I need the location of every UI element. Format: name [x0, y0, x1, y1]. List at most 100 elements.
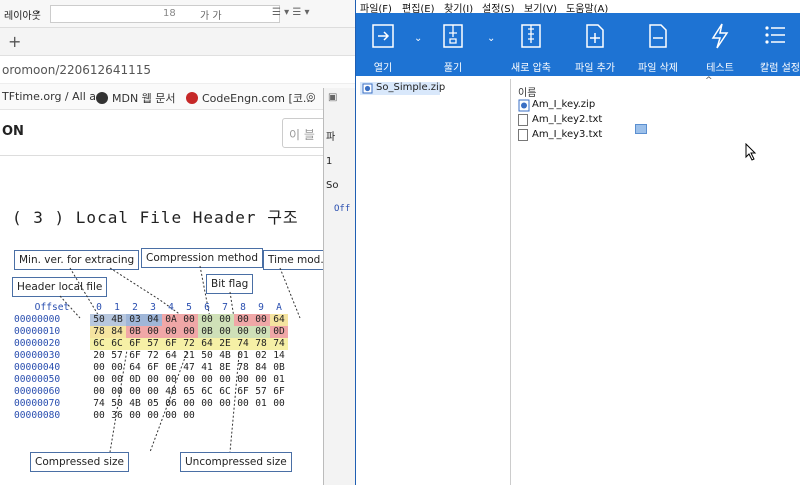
hex-byte: 64 — [198, 338, 216, 350]
hex-row: 00000030 20 57 6F 72 64 21 50 4B 01 02 14 — [14, 350, 288, 362]
hex-dump: Offset 0 1 2 3 4 5 6 7 8 9 A 00000000 50 4B 03 04 0A 00 00 0… — [14, 302, 288, 422]
hex-byte: 57 — [111, 350, 123, 361]
file-name: Am_I_key2.txt — [532, 114, 603, 125]
open-label: 열기 — [373, 63, 393, 74]
new-archive-button[interactable]: 새로 압축 — [503, 13, 559, 76]
hex-byte: 84 — [108, 326, 126, 338]
hex-row: 00000040 00 00 64 6F 0E 47 41 8E 78 84 0B — [14, 362, 288, 374]
hex-byte: 04 — [144, 314, 162, 326]
file-list: 이름 Am_I_key.zip Am_I_key2.txt Am_I_key3.… — [512, 79, 800, 485]
hex-byte: 05 — [147, 398, 159, 409]
hex-byte: 00 — [93, 410, 105, 421]
hex-byte: 00 — [234, 326, 252, 338]
hex-byte: 00 — [183, 398, 195, 409]
hex-byte: 00 — [111, 362, 123, 373]
open-button[interactable]: 열기 — [358, 13, 408, 76]
test-label: 테스트 — [706, 63, 734, 74]
hex-byte: 00 — [180, 314, 198, 326]
hex-offset: 00000070 — [14, 398, 61, 409]
chevron-down-icon[interactable]: ⌄ — [487, 33, 495, 44]
hex-row: 00000000 50 4B 03 04 0A 00 00 00 00 00 64 — [14, 314, 288, 326]
file-row[interactable]: Am_I_key2.txt — [518, 114, 603, 126]
hex-byte: 6C — [201, 386, 213, 397]
hex-byte: 00 — [129, 410, 141, 421]
column-settings-label: 칼럼 설정 — [760, 63, 800, 74]
hex-byte: 00 — [216, 314, 234, 326]
file-row[interactable]: Am_I_key.zip — [518, 99, 596, 112]
hex-header-offset: Offset — [34, 302, 70, 313]
hex-byte: 50 — [201, 350, 213, 361]
new-archive-label: 새로 압축 — [511, 63, 551, 74]
hex-byte: 6F — [237, 386, 249, 397]
hex-byte: 00 — [111, 386, 123, 397]
hex-byte: 00 — [219, 374, 231, 385]
hex-byte: 00 — [93, 386, 105, 397]
hex-header-col: 9 — [258, 302, 264, 313]
hex-byte: 72 — [180, 338, 198, 350]
column-settings-icon — [765, 26, 785, 44]
hex-byte: 50 — [90, 314, 108, 326]
hex-offset: 00000060 — [14, 386, 61, 397]
column-header-name[interactable]: 이름 — [518, 84, 536, 99]
column-settings-button[interactable]: 칼럼 설정 — [752, 13, 800, 76]
hex-byte: 00 — [147, 386, 159, 397]
hex-byte: 00 — [252, 314, 270, 326]
tree-item-root[interactable]: So_Simple.zip — [360, 82, 445, 95]
add-file-button[interactable]: 파일 추가 — [565, 13, 625, 76]
delete-file-label: 파일 삭제 — [638, 63, 678, 74]
extract-label: 풀기 — [443, 63, 463, 74]
file-row[interactable]: Am_I_key3.txt — [518, 129, 602, 141]
hex-header-col: 5 — [186, 302, 192, 313]
hex-byte: 8E — [219, 362, 231, 373]
hex-byte: 00 — [255, 374, 267, 385]
text-file-icon — [518, 114, 528, 126]
hex-byte: 64 — [129, 362, 141, 373]
hex-byte: 6F — [147, 362, 159, 373]
delete-file-button[interactable]: 파일 삭제 — [628, 13, 688, 76]
file-name: Am_I_key.zip — [532, 99, 596, 110]
mouse-cursor-icon — [745, 143, 757, 161]
hex-byte: 74 — [270, 338, 288, 350]
hex-offset: 00000080 — [14, 410, 61, 421]
hex-header-col: A — [276, 302, 282, 313]
hex-byte: 2E — [216, 338, 234, 350]
hex-row: 00000060 00 00 00 00 48 65 6C 6C 6F 57 6F — [14, 386, 288, 398]
extract-icon — [443, 24, 463, 48]
hex-header-col: 0 — [96, 302, 102, 313]
hex-byte: 78 — [90, 326, 108, 338]
hex-byte: 74 — [93, 398, 105, 409]
hex-header-col: 4 — [168, 302, 174, 313]
hex-offset: 00000030 — [14, 350, 61, 361]
window-icon: ▣ — [328, 92, 338, 103]
menu-bar: 파일(F) 편집(E) 찾기(I) 설정(S) 보기(V) 도움말(A) — [356, 0, 800, 15]
drag-indicator — [635, 124, 647, 134]
hex-byte: 36 — [111, 410, 123, 421]
hex-byte: 4B — [108, 314, 126, 326]
hex-byte: 00 — [216, 326, 234, 338]
hex-byte: 57 — [144, 338, 162, 350]
hex-byte: 6C — [219, 386, 231, 397]
hex-offset: 00000010 — [14, 326, 61, 337]
hex-row: 00000010 78 84 0B 00 00 00 0B 00 00 00 0D — [14, 326, 288, 338]
chevron-down-icon[interactable]: ⌄ — [414, 33, 422, 44]
hex-byte: 00 — [147, 410, 159, 421]
hex-byte: 00 — [219, 398, 231, 409]
tree-item-label: So_Simple.zip — [376, 82, 446, 93]
background-window-edge: ▣ 파 1 So Off — [323, 88, 355, 485]
text-file-icon — [518, 129, 528, 141]
add-file-label: 파일 추가 — [575, 63, 615, 74]
hex-byte: 50 — [111, 398, 123, 409]
hex-byte: 00 — [237, 374, 249, 385]
hex-byte: 57 — [255, 386, 267, 397]
hex-byte: 64 — [165, 350, 177, 361]
hex-byte: 78 — [237, 362, 249, 373]
hex-byte: 74 — [234, 338, 252, 350]
extract-button[interactable]: 풀기 — [428, 13, 478, 76]
hex-byte: 00 — [234, 314, 252, 326]
test-button[interactable]: 테스트 — [692, 13, 748, 76]
ribbon-toolbar: 열기 ⌄ 풀기 ⌄ 새로 압축 파일 추가 파일 삭제 테스트 칼럼 설정 — [356, 13, 800, 76]
hex-byte: 00 — [201, 374, 213, 385]
hex-byte: 0D — [129, 374, 141, 385]
hex-byte: 06 — [165, 398, 177, 409]
hex-byte: 6F — [129, 350, 141, 361]
